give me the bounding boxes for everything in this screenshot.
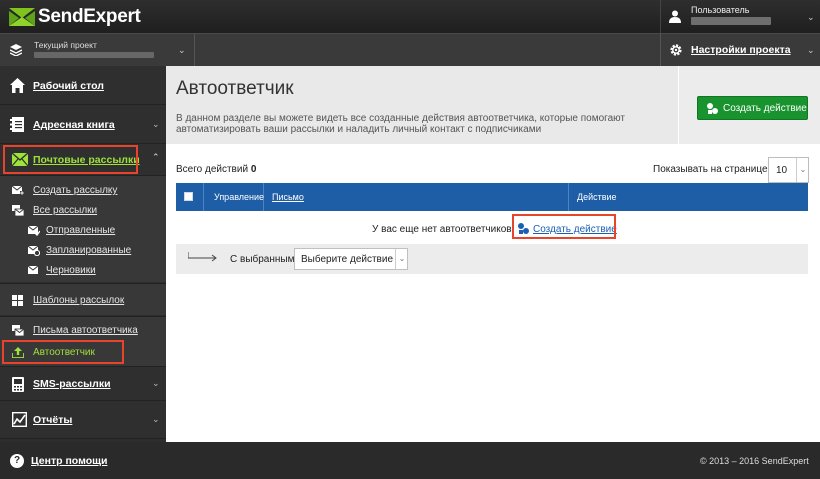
help-center-link[interactable]: Центр помощи (31, 455, 107, 467)
user-name-redacted (691, 17, 771, 25)
envelope-check-icon (28, 225, 40, 236)
bulk-action-select[interactable]: Выберите действие ⌄ (294, 248, 408, 270)
highlight-box-mailings (3, 145, 138, 174)
page-header: Автоответчик В данном разделе вы можете … (166, 66, 678, 144)
chevron-up-icon: ⌃ (152, 152, 160, 162)
sidebar-item-sms[interactable]: SMS-рассылки ⌄ (0, 366, 166, 401)
total-actions: Всего действий 0 (176, 164, 256, 175)
layers-icon (10, 44, 22, 56)
sidebar-item-label: Все рассылки (33, 205, 98, 216)
question-icon: ? (10, 454, 24, 468)
envelope-draft-icon (28, 265, 39, 274)
column-label: Управление (214, 192, 265, 202)
sidebar-item-address-book[interactable]: Адресная книга ⌄ (0, 105, 166, 144)
logo-text: SendExpert (38, 6, 141, 27)
envelope-logo-icon (9, 8, 35, 26)
table-header: Управление Письмо Действие (176, 183, 808, 211)
sidebar-item-label: Отправленные (46, 225, 116, 236)
bulk-actions-bar: С выбранными: Выберите действие ⌄ (176, 244, 808, 274)
chart-line-icon (12, 412, 27, 427)
chevron-down-icon: ⌄ (152, 119, 160, 129)
sidebar-item-label: Рабочий стол (33, 80, 104, 92)
user-menu[interactable]: Пользователь ⌄ (660, 0, 820, 33)
sidebar-item-label: Шаблоны рассылок (33, 295, 125, 306)
envelopes-icon (12, 205, 24, 216)
page-title: Автоответчик (176, 78, 294, 99)
sidebar-item-all-mailings[interactable]: Все рассылки (0, 201, 166, 221)
table-empty-row: У вас еще нет автоответчиков. Создать де… (176, 211, 808, 241)
column-label: Действие (577, 192, 617, 202)
project-name-redacted (34, 52, 154, 58)
total-count: 0 (250, 164, 257, 175)
sidebar: Рабочий стол Адресная книга ⌄ Почтовые р… (0, 66, 166, 442)
mobile-phone-icon (12, 377, 24, 392)
column-header-action[interactable]: Действие (569, 183, 808, 211)
highlight-box-autoresponder (2, 340, 124, 364)
chevron-down-icon: ⌄ (152, 414, 160, 424)
per-page-select[interactable]: 10 ⌄ (768, 157, 809, 183)
sidebar-item-templates[interactable]: Шаблоны рассылок (0, 283, 166, 315)
envelope-plus-icon (12, 185, 24, 195)
envelopes-icon (12, 325, 24, 336)
address-book-icon (10, 117, 24, 132)
sidebar-item-label: Адресная книга (33, 119, 115, 131)
project-bar: Текущий проект ⌄ Настройки проекта ⌄ (0, 33, 820, 67)
sidebar-item-reports[interactable]: Отчёты ⌄ (0, 401, 166, 439)
gear-icon (670, 44, 682, 56)
top-bar: SendExpert Пользователь ⌄ (0, 0, 820, 33)
sidebar-item-scheduled[interactable]: Запланированные (0, 241, 166, 261)
logo[interactable]: SendExpert (9, 6, 141, 28)
sidebar-item-label: Письма автоответчика (33, 325, 138, 336)
highlight-box-create-link (512, 214, 616, 239)
column-header-management[interactable]: Управление (204, 183, 264, 211)
project-settings-menu[interactable]: Настройки проекта ⌄ (660, 34, 820, 67)
chevron-down-icon: ⌄ (395, 249, 408, 269)
arrow-right-icon (188, 252, 217, 262)
project-dropdown-chevron-icon[interactable]: ⌄ (178, 45, 186, 56)
create-action-label: Создать действие (723, 103, 807, 114)
sidebar-item-label: Запланированные (46, 245, 132, 256)
select-all-checkbox[interactable] (184, 192, 193, 201)
select-all-cell (176, 183, 204, 211)
create-action-button[interactable]: Создать действие (697, 96, 808, 120)
bulk-label: С выбранными: (230, 254, 303, 265)
chevron-down-icon: ⌄ (807, 45, 815, 55)
action-panel: Создать действие (679, 66, 820, 144)
project-settings-label: Настройки проекта (691, 44, 791, 56)
total-label: Всего действий (176, 164, 249, 175)
templates-icon (12, 295, 23, 306)
user-icon (669, 10, 681, 23)
chevron-down-icon: ⌄ (796, 158, 809, 182)
sidebar-item-dashboard[interactable]: Рабочий стол (0, 66, 166, 105)
sidebar-item-drafts[interactable]: Черновики (0, 261, 166, 281)
sidebar-item-label: Создать рассылку (33, 185, 118, 196)
sidebar-item-sent[interactable]: Отправленные (0, 221, 166, 241)
per-page-label: Показывать на странице: (653, 164, 771, 175)
sidebar-item-label: Черновики (46, 265, 96, 276)
home-icon (10, 78, 25, 93)
divider (194, 34, 195, 67)
user-label: Пользователь (691, 5, 750, 15)
sidebar-item-create-mailing[interactable]: Создать рассылку (0, 181, 166, 201)
per-page-value: 10 (776, 165, 788, 176)
bulk-action-value: Выберите действие (301, 254, 394, 265)
sidebar-item-label: SMS-рассылки (33, 378, 111, 390)
copyright: © 2013 – 2016 SendExpert (700, 456, 809, 466)
sidebar-item-label: Отчёты (33, 414, 73, 426)
chevron-down-icon: ⌄ (152, 378, 160, 388)
mailings-submenu: Создать рассылку Все рассылки Отправленн… (0, 176, 166, 282)
envelope-clock-icon (28, 245, 40, 256)
footer: ? Центр помощи © 2013 – 2016 SendExpert (0, 442, 820, 479)
sidebar-item-autoresponder-letters[interactable]: Письма автоответчика (0, 321, 166, 341)
column-header-letter[interactable]: Письмо (264, 183, 569, 211)
main-content: Автоответчик В данном разделе вы можете … (166, 66, 820, 442)
page-description: В данном разделе вы можете видеть все со… (176, 113, 626, 135)
add-action-icon (707, 103, 718, 114)
empty-message: У вас еще нет автоответчиков. (372, 224, 515, 235)
column-label: Письмо (272, 192, 304, 202)
chevron-down-icon: ⌄ (807, 12, 815, 22)
project-label: Текущий проект (34, 40, 97, 50)
